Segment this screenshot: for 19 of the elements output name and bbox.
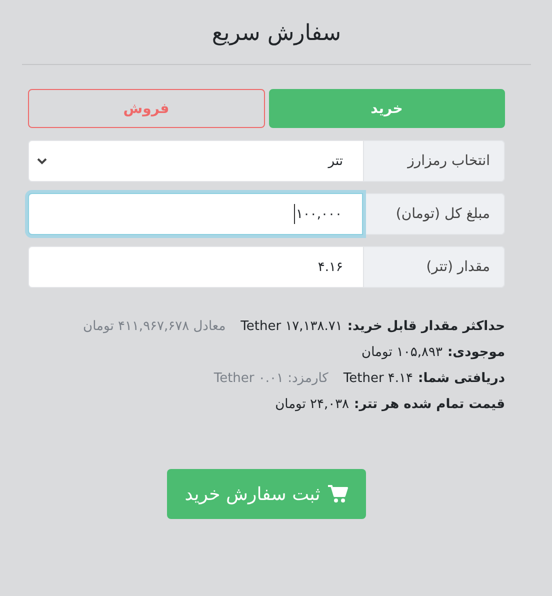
input-field[interactable]: ۴.۱۶ [28, 246, 363, 288]
currency-select[interactable]: تتر [28, 140, 363, 182]
input-field[interactable]: ۱۰۰,۰۰۰ [28, 193, 363, 235]
field-label: مقدار (تتر) [363, 246, 505, 288]
info-label: قیمت تمام شده هر تتر: [354, 396, 505, 412]
info-note: معادل ۴۱۱,۹۶۷,۶۷۸ تومان [83, 318, 226, 334]
info-label: موجودی: [447, 344, 505, 360]
info-label: دریافتی شما: [418, 370, 505, 386]
info-label: حداکثر مقدار قابل خرید: [347, 318, 505, 334]
cart-icon [328, 485, 348, 503]
chevron-down-icon [37, 158, 47, 164]
field-label: انتخاب رمزارز [363, 140, 505, 182]
info-value: ۱۰۵,۸۹۳ تومان [362, 344, 442, 360]
info-value: ۲۴,۰۳۸ تومان [275, 396, 350, 412]
info-note: کارمزد: ۰.۰۱ Tether [214, 370, 328, 386]
info-value: Tether ۴.۱۴ [343, 370, 413, 386]
field-label: مبلغ کل (تومان) [363, 193, 505, 235]
info-value: Tether ۱۷,۱۳۸.۷۱ [240, 318, 342, 334]
panel-title: سفارش سریع [210, 20, 342, 48]
